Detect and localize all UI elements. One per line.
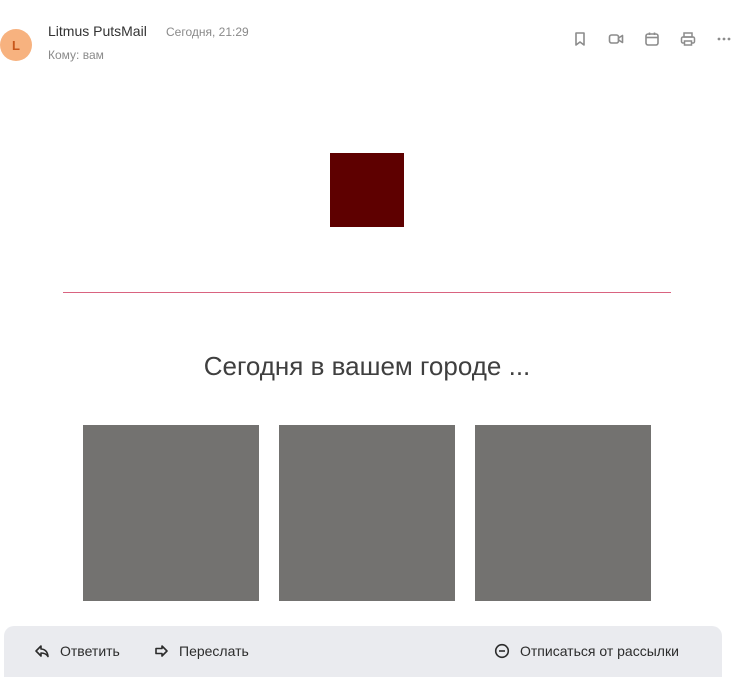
headline: Сегодня в вашем городе ...	[203, 351, 531, 381]
sent-date: Сегодня, 21:29	[166, 25, 249, 39]
video-icon	[608, 34, 624, 44]
print-icon	[680, 32, 696, 46]
minus-circle-icon	[494, 643, 510, 659]
recipient[interactable]: Кому: вам	[48, 48, 104, 62]
video-call-button[interactable]	[604, 29, 628, 49]
reply-icon	[35, 645, 49, 658]
more-icon	[717, 37, 731, 41]
promo-image-1[interactable]	[83, 425, 259, 601]
sender-name[interactable]: Litmus PutsMail	[48, 23, 147, 39]
print-button[interactable]	[676, 29, 700, 49]
reply-label: Ответить	[60, 643, 120, 659]
bookmark-button[interactable]	[568, 29, 592, 49]
forward-label: Переслать	[179, 643, 249, 659]
forward-button[interactable]: Переслать	[153, 643, 249, 659]
email-header: L Litmus PutsMail Сегодня, 21:29 Кому: в…	[0, 0, 744, 80]
calendar-button[interactable]	[640, 29, 664, 49]
forward-icon	[155, 645, 168, 657]
reply-button[interactable]: Ответить	[34, 643, 120, 659]
footer-toolbar: Ответить Переслать Отписаться от рассылк…	[4, 626, 722, 677]
bookmark-icon	[575, 32, 585, 46]
unsubscribe-button[interactable]: Отписаться от рассылки	[494, 643, 679, 659]
calendar-icon	[645, 32, 659, 46]
promo-image-2[interactable]	[279, 425, 455, 601]
more-button[interactable]	[712, 29, 736, 49]
avatar[interactable]: L	[0, 29, 32, 61]
divider	[63, 292, 671, 293]
brand-logo	[330, 153, 404, 227]
unsubscribe-label: Отписаться от рассылки	[520, 643, 679, 659]
promo-image-3[interactable]	[475, 425, 651, 601]
message-actions	[568, 29, 736, 49]
